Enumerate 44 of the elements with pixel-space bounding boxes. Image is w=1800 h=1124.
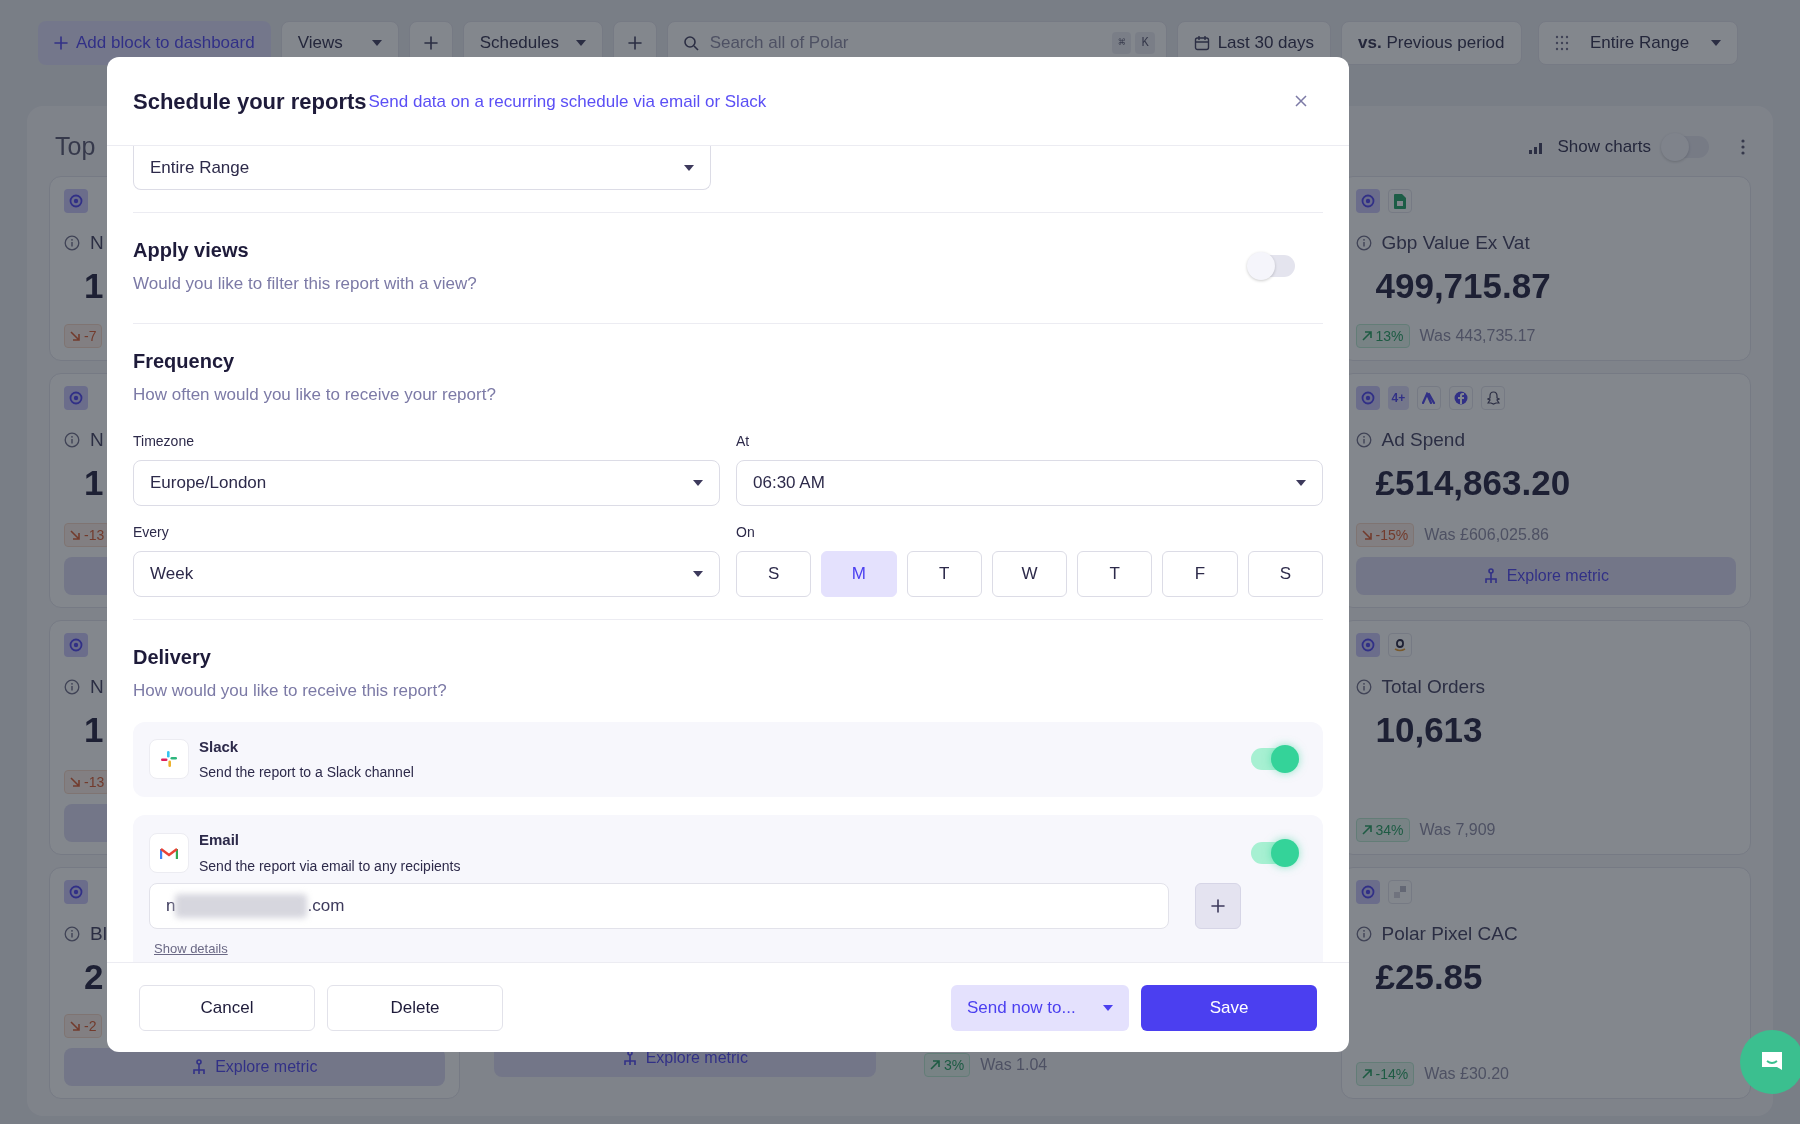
- field-label: Every: [133, 523, 170, 542]
- metric-title: Gbp Value Ex Vat: [1381, 231, 1530, 255]
- section-title: Top: [55, 131, 96, 163]
- channel-description: Send the report via email to any recipients: [199, 856, 462, 876]
- metric-value: £25.85: [1375, 955, 1483, 998]
- section-description: How would you like to receive this report?: [133, 680, 448, 702]
- field-label: Timezone: [133, 432, 195, 451]
- source-count: 4+: [1391, 390, 1406, 407]
- section-description: How often would you like to receive your report?: [133, 383, 497, 406]
- shortcut-key: K: [1135, 32, 1155, 54]
- change-badge: -15%: [1355, 523, 1415, 547]
- section-heading: Frequency: [133, 348, 236, 374]
- metric-value: 2: [84, 955, 104, 998]
- metric-title: N: [90, 428, 104, 452]
- change-badge: -2: [64, 1014, 103, 1038]
- channel-name: Slack: [199, 736, 240, 757]
- metric-title: Total Orders: [1381, 675, 1485, 699]
- change-badge: 3%: [924, 1053, 971, 1077]
- change-badge: -7: [64, 324, 103, 348]
- metric-title: Polar Pixel CAC: [1381, 922, 1518, 946]
- shortcut-key: ⌘: [1112, 32, 1132, 54]
- section-description: Would you like to filter this report with a view?: [133, 273, 477, 295]
- metric-value: 10,613: [1375, 708, 1483, 751]
- metric-value: 1: [84, 461, 104, 504]
- metric-title: Ad Spend: [1381, 428, 1465, 452]
- channel-name: Email: [199, 830, 241, 850]
- metric-title: N: [90, 675, 104, 699]
- change-badge: 34%: [1355, 818, 1410, 842]
- metric-value: 499,715.87: [1375, 264, 1551, 307]
- section-heading: Delivery: [133, 645, 212, 670]
- metric-value: £514,863.20: [1375, 461, 1571, 504]
- metric-value: 1: [84, 708, 104, 751]
- channel-description: Send the report to a Slack channel: [199, 763, 415, 782]
- metric-value: 1: [84, 264, 104, 307]
- change-badge: -14%: [1355, 1062, 1415, 1086]
- field-label: At: [736, 432, 751, 451]
- dialog-subtitle: Send data on a recurring schedule via email or Slack: [368, 91, 767, 114]
- show-charts-label: Show charts: [1557, 136, 1651, 159]
- section-heading: Apply views: [133, 238, 250, 263]
- dialog-title: Schedule your reports: [133, 87, 367, 116]
- metric-title: Bl: [90, 922, 107, 946]
- change-badge: 13%: [1355, 324, 1410, 348]
- metric-title: N: [90, 231, 104, 255]
- field-label: On: [736, 523, 756, 542]
